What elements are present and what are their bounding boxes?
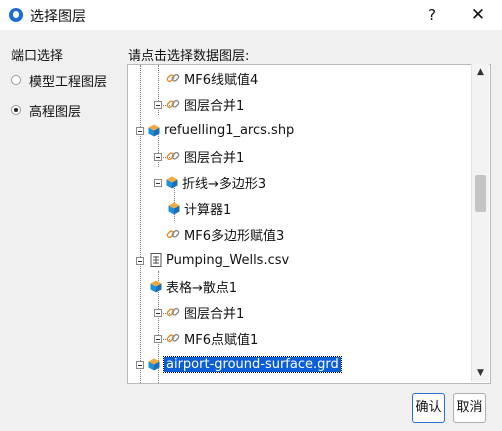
tree-item[interactable]: 计算器1	[168, 197, 231, 219]
tree-item-label: MF6线赋值4	[184, 72, 259, 88]
expand-toggle[interactable]	[154, 335, 162, 343]
expand-toggle[interactable]	[154, 101, 162, 109]
expand-toggle[interactable]	[154, 153, 162, 161]
tree-item-label: 图层合并1	[184, 306, 245, 322]
layer-cube-icon	[148, 358, 160, 371]
window-title: 选择图层	[30, 9, 86, 25]
tree-item-selected[interactable]: airport-ground-surface.grd	[148, 353, 342, 375]
tree-item[interactable]: MF6线赋值4	[166, 67, 258, 89]
tree-guide-line	[140, 65, 141, 383]
tree-item-label: refuelling1_arcs.shp	[164, 122, 295, 138]
tree-item[interactable]: refuelling1_arcs.shp	[148, 119, 294, 141]
tree-item-label: 折线→多边形3	[182, 176, 267, 192]
radio-label: 高程图层	[29, 104, 82, 120]
tree-item-label: Pumping_Wells.csv	[166, 252, 290, 268]
tree-item-label: 计算器1	[184, 202, 232, 218]
table-file-icon	[150, 253, 162, 267]
layer-cube-icon	[148, 124, 160, 137]
tree-item[interactable]: 图层合并1	[166, 93, 244, 115]
tree-item-label: 表格→散点1	[166, 280, 238, 296]
link-icon	[166, 227, 180, 241]
title-bar: 选择图层 ? ✕	[0, 0, 502, 30]
tree-item-label: 图层合并1	[184, 98, 245, 114]
expand-toggle[interactable]	[154, 309, 162, 317]
tree-item-label: MF6多边形赋值3	[184, 228, 285, 244]
tree-item[interactable]: Pumping_Wells.csv	[150, 249, 289, 271]
tree-item-label: 图层合并1	[184, 150, 245, 166]
tree-item[interactable]: MF6点赋值1	[166, 327, 258, 349]
scroll-up-icon[interactable]: ▲	[472, 64, 489, 81]
help-button[interactable]: ?	[412, 0, 452, 30]
layer-cube-icon	[150, 280, 162, 293]
radio-button[interactable]	[11, 75, 21, 85]
layer-tree[interactable]: MF6线赋值4 图层合并1 refuelling1_arcs.shp 图层合并1…	[127, 64, 491, 384]
expand-toggle[interactable]	[136, 257, 144, 265]
layer-cube-icon	[168, 202, 180, 215]
scroll-thumb[interactable]	[475, 175, 486, 212]
link-icon	[166, 331, 180, 345]
close-button[interactable]: ✕	[458, 0, 498, 30]
tree-instruction-label: 请点击选择数据图层:	[128, 49, 250, 64]
port-selection-label: 端口选择	[11, 49, 64, 64]
link-icon	[166, 97, 180, 111]
radio-model-project-layer[interactable]: 模型工程图层	[11, 71, 108, 90]
app-logo-icon	[9, 8, 23, 22]
link-icon	[166, 305, 180, 319]
confirm-button[interactable]: 确认	[412, 393, 445, 423]
tree-item[interactable]: 图层合并1	[166, 301, 244, 323]
tree-item[interactable]: 表格→散点1	[150, 275, 237, 297]
vertical-scrollbar[interactable]: ▲ ▼	[471, 64, 489, 382]
radio-label: 模型工程图层	[29, 74, 108, 90]
tree-item[interactable]: 图层合并1	[166, 145, 244, 167]
tree-item[interactable]: MF6多边形赋值3	[166, 223, 284, 245]
link-icon	[166, 71, 180, 85]
scroll-down-icon[interactable]: ▼	[472, 365, 489, 382]
tree-item-label: MF6点赋值1	[184, 332, 259, 348]
tree-item[interactable]: 折线→多边形3	[166, 171, 266, 193]
link-icon	[166, 149, 180, 163]
cancel-button[interactable]: 取消	[453, 393, 486, 423]
radio-button-checked[interactable]	[11, 105, 21, 115]
expand-toggle[interactable]	[136, 127, 144, 135]
expand-toggle[interactable]	[154, 179, 162, 187]
expand-toggle[interactable]	[136, 361, 144, 369]
tree-item-label: airport-ground-surface.grd	[163, 355, 342, 373]
layer-cube-icon	[166, 176, 178, 189]
radio-elevation-layer[interactable]: 高程图层	[11, 101, 82, 120]
